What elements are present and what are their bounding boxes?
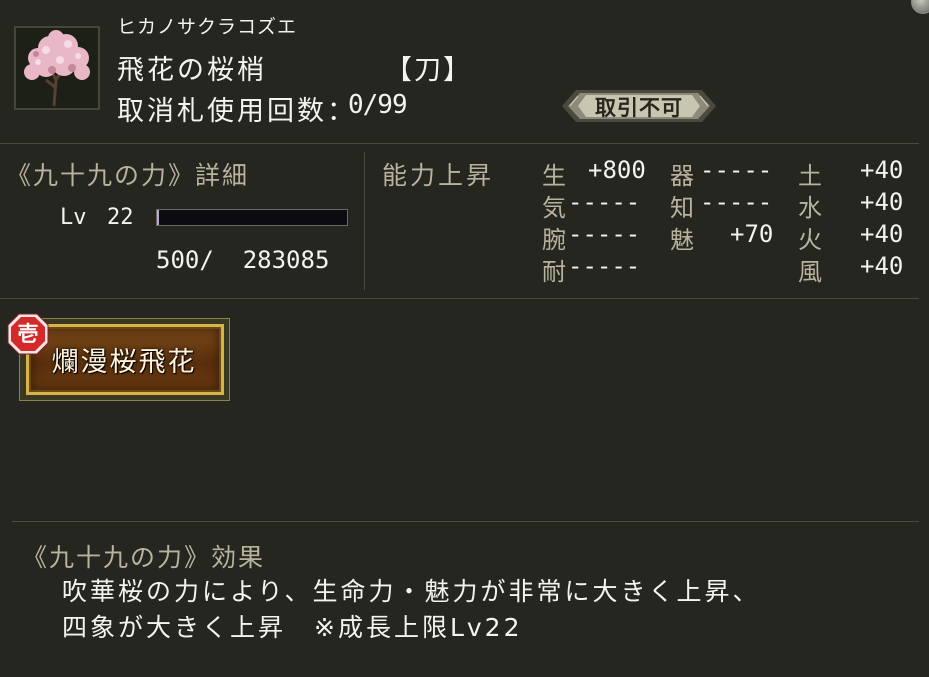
stat-ude: 腕 ----- bbox=[542, 220, 640, 255]
cancel-count-value: 0/99 bbox=[348, 90, 408, 120]
stat-label: 気 bbox=[542, 194, 566, 222]
stat-label: 火 bbox=[798, 226, 822, 254]
effect-title: 《九十九の力》効果 bbox=[22, 543, 266, 572]
cancel-count-label: 取消札使用回数： bbox=[117, 96, 357, 127]
level-label: Lv bbox=[60, 205, 87, 230]
stat-value: +800 bbox=[588, 156, 646, 184]
exp-progress-fill bbox=[157, 210, 159, 225]
stat-value: ----- bbox=[568, 252, 641, 280]
effect-line-2: 四象が大きく上昇 ※成長上限Lv22 bbox=[62, 613, 523, 642]
skill-name: 爛漫桜飛花 bbox=[51, 347, 197, 378]
stat-earth: 土 +40 bbox=[798, 156, 903, 191]
stat-value: ----- bbox=[700, 156, 773, 184]
stat-label: 水 bbox=[798, 194, 822, 222]
cherry-blossom-tree-icon bbox=[16, 28, 98, 108]
ability-title: 能力上昇 bbox=[382, 161, 495, 190]
stat-life: 生 +800 bbox=[542, 156, 646, 191]
item-image bbox=[14, 26, 100, 110]
exp-progress-bar bbox=[156, 209, 348, 226]
stat-ki: 気 ----- bbox=[542, 188, 640, 223]
stat-label: 生 bbox=[542, 162, 566, 190]
item-name: 飛花の桜梢 bbox=[117, 55, 267, 86]
level-value: 22 bbox=[107, 205, 134, 230]
stat-label: 耐 bbox=[542, 258, 566, 286]
stat-label: 器 bbox=[670, 162, 694, 190]
exp-text: 500/ 283085 bbox=[156, 246, 329, 274]
stat-chi: 知 ----- bbox=[670, 188, 772, 223]
stat-value: +40 bbox=[860, 252, 904, 280]
stat-label: 魅 bbox=[670, 226, 694, 254]
skill-rank-badge: 壱 bbox=[17, 322, 39, 346]
stat-value: ----- bbox=[700, 188, 773, 216]
item-reading: ヒカノサクラコズエ bbox=[117, 16, 298, 38]
stat-label: 腕 bbox=[542, 226, 566, 254]
trade-badge: 取引不可 bbox=[595, 96, 683, 120]
detail-title: 《九十九の力》詳細 bbox=[6, 161, 250, 190]
stat-fire: 火 +40 bbox=[798, 220, 903, 255]
exp-total: 283085 bbox=[242, 246, 330, 274]
stat-value: +40 bbox=[860, 188, 904, 216]
stat-label: 知 bbox=[670, 194, 694, 222]
divider-vertical bbox=[364, 152, 365, 290]
item-type: 【刀】 bbox=[385, 55, 472, 86]
divider-middle bbox=[0, 298, 919, 299]
divider-bottom bbox=[12, 521, 919, 522]
stat-value: ----- bbox=[568, 188, 641, 216]
stat-value: ----- bbox=[568, 220, 641, 248]
stat-label: 風 bbox=[798, 258, 822, 286]
effect-line-1: 吹華桜の力により、生命力・魅力が非常に大きく上昇、 bbox=[62, 577, 761, 606]
exp-current: 500/ bbox=[156, 246, 214, 274]
stat-charm: 魅 +70 bbox=[670, 220, 773, 255]
stat-tai: 耐 ----- bbox=[542, 252, 640, 287]
stat-wind: 風 +40 bbox=[798, 252, 903, 287]
close-knob[interactable] bbox=[911, 0, 929, 14]
stat-value: +40 bbox=[860, 156, 904, 184]
stat-water: 水 +40 bbox=[798, 188, 903, 223]
divider-top bbox=[0, 143, 919, 144]
stat-label: 土 bbox=[798, 162, 822, 190]
stat-ki-dexterity: 器 ----- bbox=[670, 156, 772, 191]
stat-value: +40 bbox=[860, 220, 904, 248]
stat-value: +70 bbox=[730, 220, 774, 248]
